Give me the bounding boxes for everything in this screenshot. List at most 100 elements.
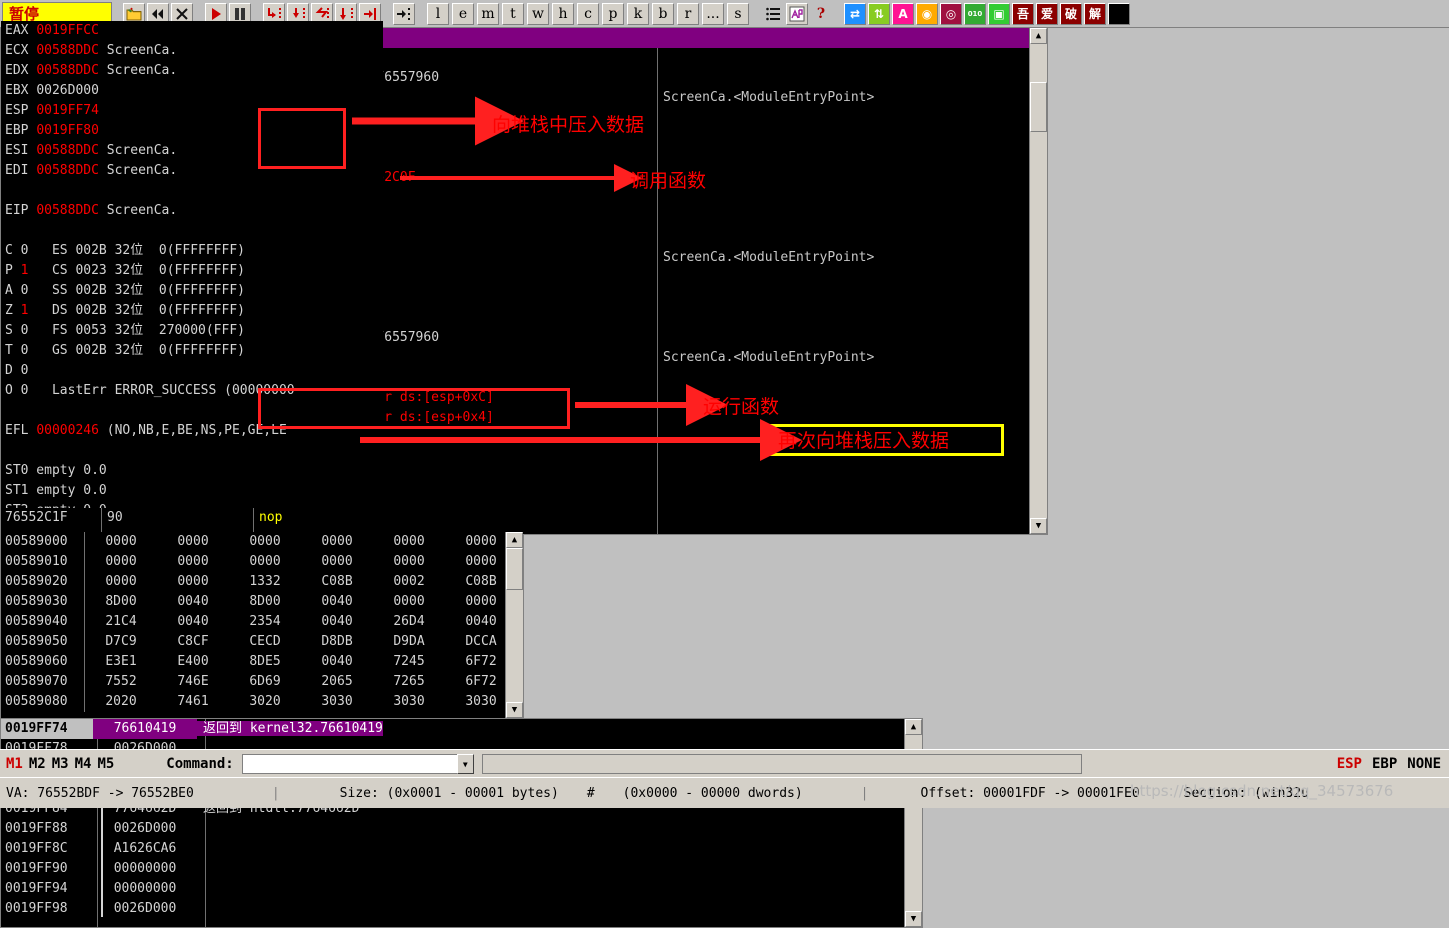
toolbar-letter-t[interactable]: t <box>502 2 524 25</box>
stack-scroll-down-button[interactable]: ▼ <box>905 911 922 927</box>
anti-plugin-icon[interactable]: A <box>892 2 914 25</box>
dump-scroll-down-button[interactable]: ▼ <box>506 702 523 718</box>
register-row-eip[interactable]: EIP 00588DDC ScreenCa. <box>1 201 383 221</box>
toolbar-letter-s[interactable]: s <box>727 2 749 25</box>
dump-scroll-thumb[interactable] <box>506 548 523 590</box>
binary-plugin-icon[interactable]: 010 <box>964 2 986 25</box>
fpu-row-st1[interactable]: ST1 empty 0.0 <box>1 481 383 501</box>
stack-row[interactable]: 0019FF8C A1626CA6 <box>1 839 922 859</box>
stack-row[interactable]: 0019FF90 00000000 <box>1 859 922 879</box>
register-spacer[interactable] <box>1 181 383 201</box>
toolbar-letter-e[interactable]: e <box>452 2 474 25</box>
dump-row[interactable]: 00589050 D7C9 C8CF CECD D8DB D9DA DCCA <box>1 632 523 652</box>
dump-row[interactable]: 00589080 2020 7461 3020 3030 3030 3030 <box>1 692 523 712</box>
toolbar-letter-r[interactable]: r <box>677 2 699 25</box>
ai-plugin-icon[interactable]: 爱 <box>1036 2 1058 25</box>
toolbar-letter-more[interactable]: ... <box>702 2 724 25</box>
command-input[interactable] <box>241 754 457 774</box>
dump-row-address: 00589000 <box>1 532 85 552</box>
stack-scroll-up-button[interactable]: ▲ <box>905 719 922 735</box>
help-icon[interactable]: ? <box>810 2 832 25</box>
command-history-dropdown[interactable]: ▼ <box>456 754 474 774</box>
register-tag-none[interactable]: NONE <box>1407 756 1441 772</box>
toolbar-letter-c[interactable]: c <box>577 2 599 25</box>
flag-seg-row-p[interactable]: P 1 CS 0023 32位 0(FFFFFFFF) <box>1 261 383 281</box>
toolbar-letter-k[interactable]: k <box>627 2 649 25</box>
dump-cell: 0000 <box>177 554 209 569</box>
flag-row-d[interactable]: D 0 <box>1 361 383 381</box>
black-plugin-icon[interactable] <box>1108 2 1130 25</box>
flag-seg-row-z[interactable]: Z 1 DS 002B 32位 0(FFFFFFFF) <box>1 301 383 321</box>
dump-row[interactable]: 00589030 8D00 0040 8D00 0040 0000 0000 <box>1 592 523 612</box>
window-plugin-icon[interactable]: ▣ <box>988 2 1010 25</box>
dump-scroll-up-button[interactable]: ▲ <box>506 532 523 548</box>
wu-plugin-icon[interactable]: 吾 <box>1012 2 1034 25</box>
updown-plugin-icon[interactable]: ⇅ <box>868 2 890 25</box>
dump-row[interactable]: 00589000 0000 0000 0000 0000 0000 0000 <box>1 532 523 552</box>
memory-tab-m5[interactable]: M5 <box>97 756 114 772</box>
disassembly-scrollbar[interactable]: ▲ ▼ <box>1029 28 1047 534</box>
po-plugin-icon[interactable]: 破 <box>1060 2 1082 25</box>
register-row-edx[interactable]: EDX 00588DDC ScreenCa. <box>1 61 383 81</box>
registers-panel[interactable]: 寄存器 (FPU) EAX 0019FFCCECX 00588DDC Scree… <box>0 0 384 508</box>
stack-row[interactable]: 0019FF98 0026D000 <box>1 899 922 919</box>
stack-row[interactable]: 0019FF88 0026D000 <box>1 819 922 839</box>
command-bar: M1 M2 M3 M4 M5 Command: ▼ ESP EBP NONE <box>0 749 1449 778</box>
register-tag-ebp[interactable]: EBP <box>1372 756 1397 772</box>
swap-plugin-icon[interactable]: ⇄ <box>844 2 866 25</box>
dump-cell: 3020 <box>249 694 281 709</box>
dump-cell: 0000 <box>105 554 137 569</box>
stack-row[interactable]: 0019FF74 76610419 返回到 kernel32.76610419 <box>1 719 922 739</box>
call-function-note: 调用函数 <box>630 170 707 192</box>
flag-seg-row-t[interactable]: T 0 GS 002B 32位 0(FFFFFFFF) <box>1 341 383 361</box>
toolbar-letter-p[interactable]: p <box>602 2 624 25</box>
target-plugin-icon[interactable]: ◎ <box>940 2 962 25</box>
memory-tab-m4[interactable]: M4 <box>75 756 92 772</box>
register-row-ecx[interactable]: ECX 00588DDC ScreenCa. <box>1 41 383 61</box>
scroll-down-button[interactable]: ▼ <box>1030 518 1047 534</box>
log-list-icon[interactable] <box>762 2 784 25</box>
toolbar-letter-b[interactable]: b <box>652 2 674 25</box>
register-spacer4[interactable] <box>1 441 383 461</box>
scroll-thumb[interactable] <box>1030 82 1047 132</box>
fpu-row-st2[interactable]: ST2 empty 0.0 <box>1 501 383 508</box>
toolbar-letter-m[interactable]: m <box>477 2 499 25</box>
flag-seg-row-c[interactable]: C 0 ES 002B 32位 0(FFFFFFFF) <box>1 241 383 261</box>
register-tag-esp[interactable]: ESP <box>1337 756 1362 772</box>
dump-row[interactable]: 00589040 21C4 0040 2354 0040 26D4 0040 <box>1 612 523 632</box>
memory-tab-m3[interactable]: M3 <box>52 756 69 772</box>
memory-tab-m2[interactable]: M2 <box>29 756 46 772</box>
jie-plugin-icon[interactable]: 解 <box>1084 2 1106 25</box>
flag-seg-row-s[interactable]: S 0 FS 0053 32位 270000(FFF) <box>1 321 383 341</box>
stack-row[interactable]: 0019FF94 00000000 <box>1 879 922 899</box>
fpu-row-st0[interactable]: ST0 empty 0.0 <box>1 461 383 481</box>
patches-icon[interactable] <box>786 2 808 25</box>
push-data-note: 向堆栈中压入数据 <box>492 114 645 136</box>
register-spacer2[interactable] <box>1 221 383 241</box>
secondary-command-field[interactable] <box>481 754 1082 774</box>
stack-row-comment: 返回到 kernel32.76610419 <box>197 721 383 736</box>
memory-tab-m1[interactable]: M1 <box>6 756 23 772</box>
toolbar-letter-h[interactable]: h <box>552 2 574 25</box>
register-row-eax[interactable]: EAX 0019FFCC <box>1 21 383 41</box>
memory-dump-panel[interactable]: 地址 16 位短 0058900000000000000000000000000… <box>0 508 524 718</box>
toolbar-letter-l[interactable]: l <box>427 2 449 25</box>
dump-scrollbar[interactable]: ▲ ▼ <box>505 532 523 718</box>
dump-cell: D8DB <box>321 634 353 649</box>
flag-seg-row-a[interactable]: A 0 SS 002B 32位 0(FFFFFFFF) <box>1 281 383 301</box>
dump-row[interactable]: 00589070 7552 746E 6D69 2065 7265 6F72 <box>1 672 523 692</box>
stack-row-comment <box>197 841 203 856</box>
execute-till-user-code-icon[interactable] <box>393 2 415 25</box>
dump-cell: 0000 <box>393 594 425 609</box>
register-row-ebx[interactable]: EBX 0026D000 <box>1 81 383 101</box>
record-plugin-icon[interactable]: ◉ <box>916 2 938 25</box>
toolbar-letter-w[interactable]: w <box>527 2 549 25</box>
dump-row[interactable]: 00589060 E3E1 E400 8DE5 0040 7245 6F72 <box>1 652 523 672</box>
instruction-text: nop <box>259 510 283 525</box>
scroll-up-button[interactable]: ▲ <box>1030 28 1047 44</box>
dump-cell: 2065 <box>321 674 353 689</box>
dump-cell: 0000 <box>105 534 137 549</box>
disassembly-row[interactable]: 76552C1F 90 nop <box>1 508 1047 528</box>
dump-row[interactable]: 00589020 0000 0000 1332 C08B 0002 C08B <box>1 572 523 592</box>
dump-row[interactable]: 00589010 0000 0000 0000 0000 0000 0000 <box>1 552 523 572</box>
